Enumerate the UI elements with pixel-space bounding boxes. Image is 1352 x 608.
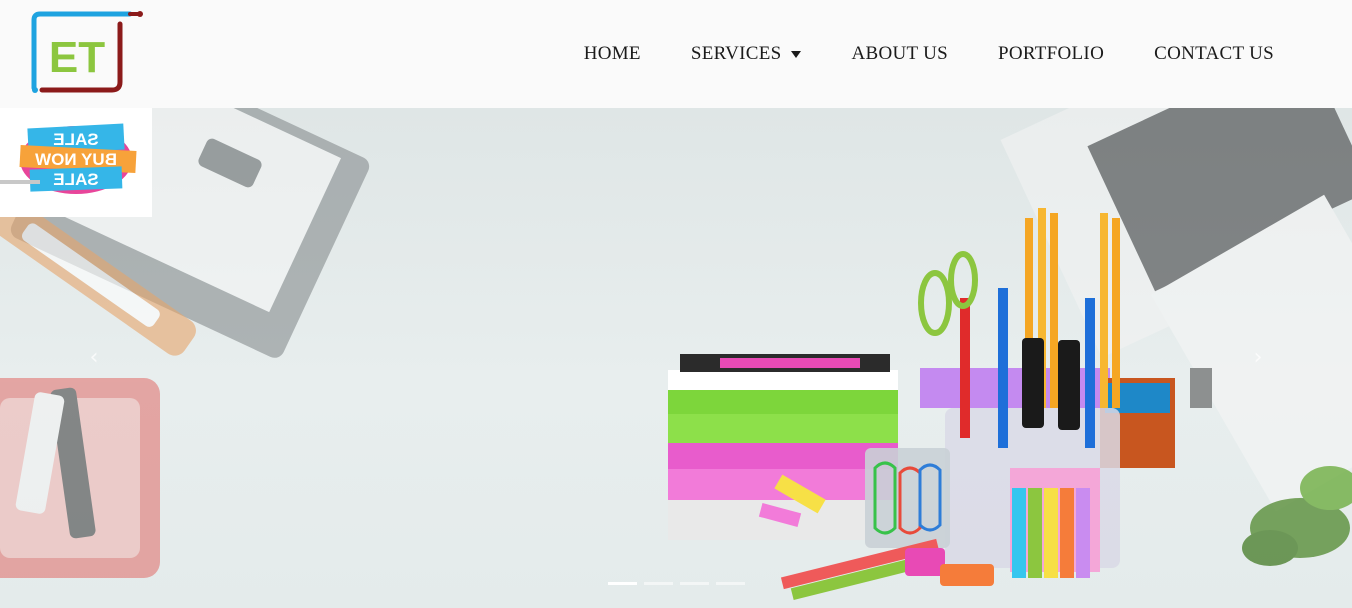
carousel-indicator[interactable]	[716, 582, 745, 585]
promo-sale-badge[interactable]: SALE BUY NOW SALE	[0, 108, 152, 217]
main-nav: HOME SERVICES ABOUT US PORTFOLIO CONTACT…	[584, 40, 1274, 68]
nav-home-label: HOME	[583, 43, 641, 64]
caret-down-icon	[791, 50, 802, 58]
pen-tray-illustration	[0, 378, 160, 578]
carousel-indicator[interactable]	[680, 582, 709, 585]
carousel-indicators	[608, 582, 745, 585]
promo-line2: BUY NOW	[34, 150, 117, 169]
hero-slide-image	[0, 108, 1352, 600]
promo-line3: SALE	[53, 170, 98, 189]
nav-contact-label: CONTACT US	[1154, 43, 1274, 64]
nav-about-us[interactable]: ABOUT US	[851, 43, 948, 65]
nav-services-label: SERVICES	[690, 43, 782, 64]
carousel-next-button[interactable]: ›	[1246, 346, 1270, 370]
nav-portfolio-label: PORTFOLIO	[998, 43, 1105, 64]
nav-about-label: ABOUT US	[851, 43, 949, 64]
promo-line1: SALE	[53, 130, 98, 149]
hero-carousel: SALE BUY NOW SALE ‹ ›	[0, 108, 1352, 608]
site-header: ET HOME SERVICES ABOUT US PORTFOLIO CONT…	[0, 0, 1352, 108]
nav-home[interactable]: HOME	[584, 43, 641, 65]
carousel-prev-button[interactable]: ‹	[82, 346, 106, 370]
logo-letters: ET	[49, 33, 105, 82]
chevron-left-icon: ‹	[89, 345, 99, 370]
carousel-indicator[interactable]	[644, 582, 673, 585]
carousel-indicator[interactable]	[608, 582, 637, 585]
nav-portfolio[interactable]: PORTFOLIO	[998, 43, 1104, 65]
et-logo[interactable]: ET	[30, 10, 148, 96]
nav-contact-us[interactable]: CONTACT US	[1154, 43, 1274, 65]
nav-services[interactable]: SERVICES	[691, 43, 802, 65]
chevron-right-icon: ›	[1253, 345, 1263, 370]
